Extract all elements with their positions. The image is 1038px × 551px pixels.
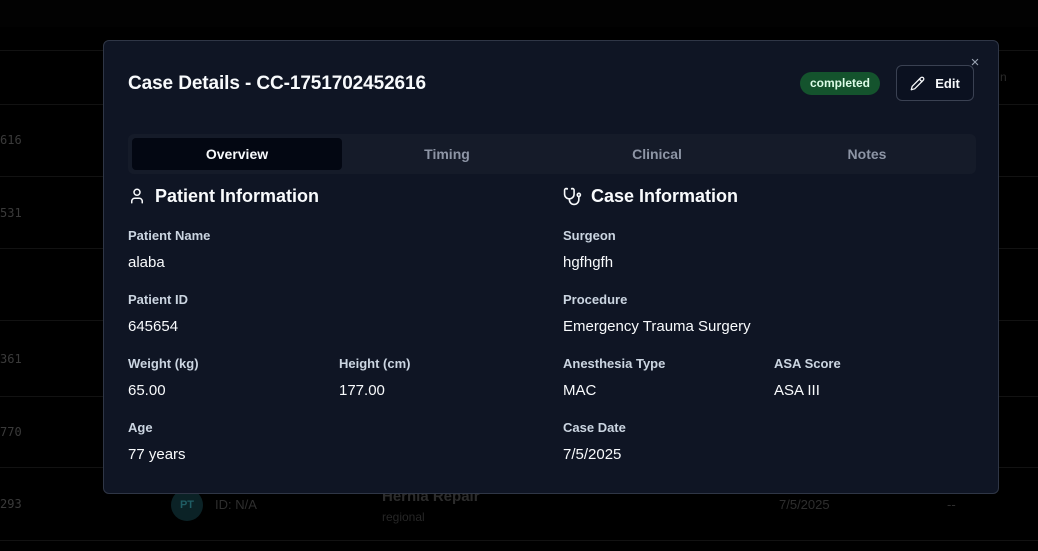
case-information-header: Case Information: [563, 184, 983, 208]
height-field: Height (cm) 177.00: [339, 356, 411, 399]
field-label: Weight (kg): [128, 356, 199, 371]
table-row-case-id: 616: [0, 133, 22, 147]
weight-field: Weight (kg) 65.00: [128, 356, 199, 399]
field-label: Age: [128, 420, 153, 435]
procedure-field: Procedure Emergency Trauma Surgery: [563, 292, 751, 335]
tab-overview[interactable]: Overview: [132, 138, 342, 170]
table-row-case-id: 293: [0, 497, 22, 511]
field-label: Case Date: [563, 420, 626, 435]
field-value: Emergency Trauma Surgery: [563, 318, 751, 335]
case-information-section: Case Information Surgeon hgfhgfh Procedu…: [563, 184, 983, 464]
patient-information-header: Patient Information: [128, 184, 548, 208]
tab-notes[interactable]: Notes: [762, 138, 972, 170]
dialog-title: Case Details - CC-1751702452616: [128, 73, 426, 94]
table-row-case-id: 770: [0, 425, 22, 439]
field-label: ASA Score: [774, 356, 841, 371]
patient-information-section: Patient Information Patient Name alaba P…: [128, 184, 548, 464]
case-tabs: Overview Timing Clinical Notes: [128, 134, 976, 174]
field-label: Procedure: [563, 292, 628, 307]
table-row-case-id: 531: [0, 206, 22, 220]
field-value: MAC: [563, 382, 597, 399]
table-row-empty-value: --: [947, 497, 956, 512]
field-label: Surgeon: [563, 228, 616, 243]
table-row-anesthesia: regional: [382, 510, 425, 524]
edit-button[interactable]: Edit: [896, 65, 974, 101]
field-label: Patient Name: [128, 228, 211, 243]
table-header-hint: n: [1000, 70, 1007, 84]
table-row-case-id: 361: [0, 352, 22, 366]
field-value: hgfhgfh: [563, 254, 614, 271]
field-value: alaba: [128, 254, 165, 271]
stethoscope-icon: [563, 187, 582, 206]
section-title: Case Information: [591, 185, 739, 206]
patient-id-field: Patient ID 645654: [128, 292, 188, 335]
field-value: 177.00: [339, 382, 385, 399]
field-value: 645654: [128, 318, 179, 335]
field-label: Height (cm): [339, 356, 411, 371]
tab-clinical[interactable]: Clinical: [552, 138, 762, 170]
table-divider: [0, 540, 1038, 541]
field-value: 7/5/2025: [563, 446, 622, 463]
asa-score-field: ASA Score ASA III: [774, 356, 841, 399]
background-top-bar: [0, 0, 1038, 27]
patient-name-field: Patient Name alaba: [128, 228, 210, 271]
user-icon: [128, 187, 146, 205]
table-row-date: 7/5/2025: [779, 497, 830, 512]
edit-button-label: Edit: [935, 75, 960, 91]
table-row-patient-id: ID: N/A: [215, 497, 257, 512]
field-value: ASA III: [774, 382, 820, 399]
field-label: Patient ID: [128, 292, 188, 307]
age-field: Age 77 years: [128, 420, 186, 463]
field-value: 65.00: [128, 382, 166, 399]
case-details-dialog: × Case Details - CC-1751702452616 comple…: [103, 40, 999, 494]
field-label: Anesthesia Type: [563, 356, 666, 371]
surgeon-field: Surgeon hgfhgfh: [563, 228, 616, 271]
anesthesia-type-field: Anesthesia Type MAC: [563, 356, 665, 399]
section-title: Patient Information: [155, 185, 320, 206]
case-date-field: Case Date 7/5/2025: [563, 420, 626, 463]
status-badge: completed: [800, 72, 881, 95]
field-value: 77 years: [128, 446, 186, 463]
tab-timing[interactable]: Timing: [342, 138, 552, 170]
pencil-icon: [910, 76, 925, 91]
